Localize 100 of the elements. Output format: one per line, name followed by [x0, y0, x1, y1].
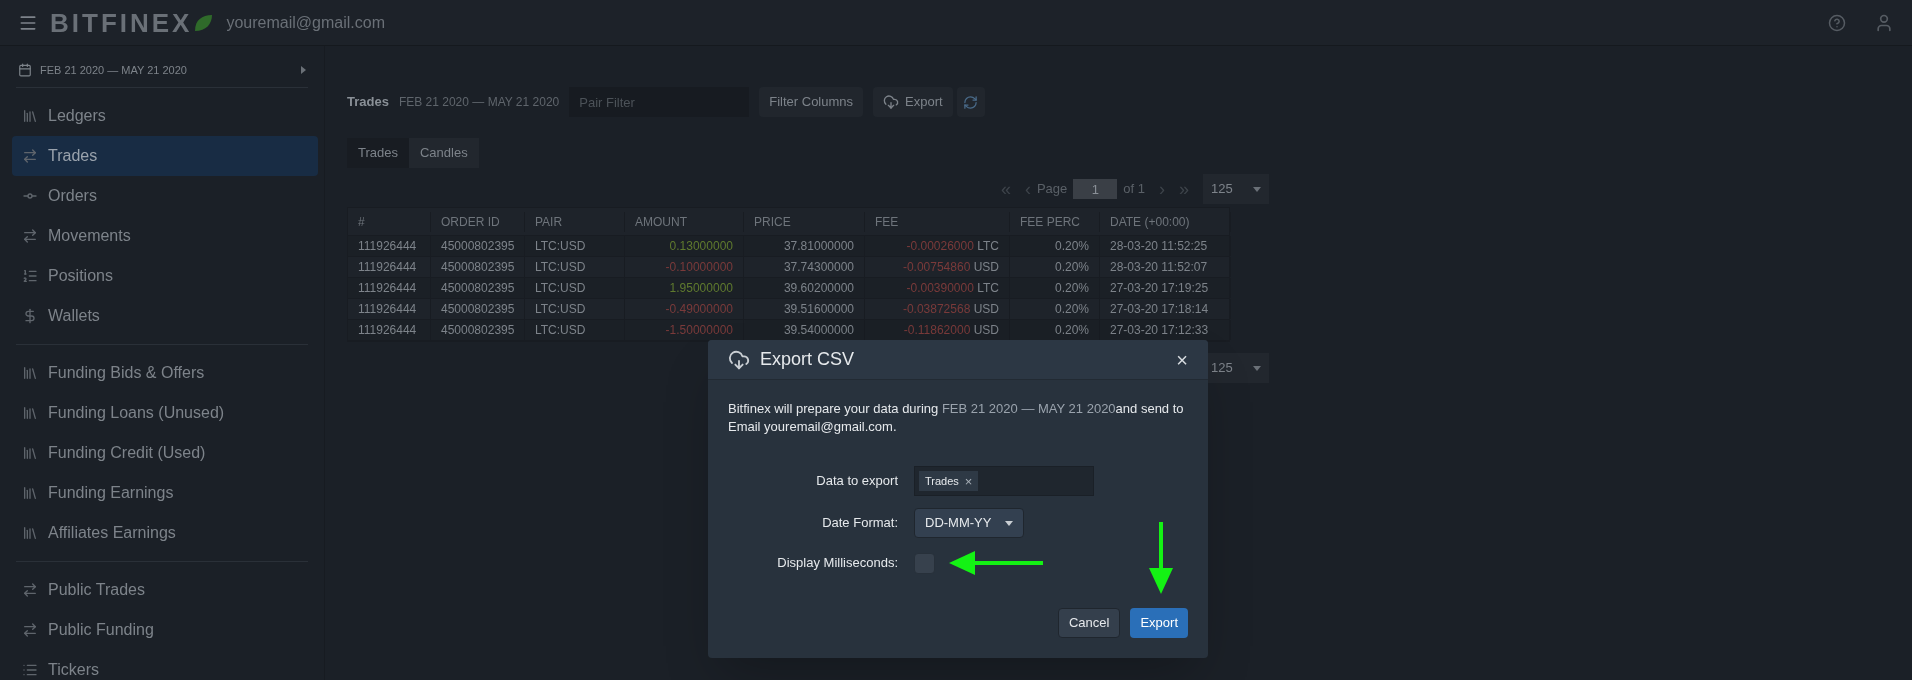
- filter-columns-button[interactable]: Filter Columns: [759, 87, 864, 117]
- column-header: PRICE: [744, 211, 865, 232]
- refresh-icon: [963, 94, 979, 110]
- ledger-icon: [22, 404, 38, 421]
- fee-cell: -0.00390000 LTC: [865, 278, 1010, 298]
- table-cell: 45000802395: [431, 320, 525, 340]
- view-tab[interactable]: Candles: [409, 138, 479, 168]
- logo-text: BITFINEX: [50, 9, 193, 36]
- close-button[interactable]: ×: [1176, 349, 1188, 370]
- table-cell: 0.20%: [1010, 299, 1100, 319]
- table-cell: 111926444: [348, 236, 431, 256]
- sidebar-item[interactable]: Funding Earnings: [12, 472, 318, 513]
- field-label: Data to export: [815, 472, 898, 491]
- exchange-arrows-icon: [22, 621, 38, 638]
- amount-cell: 1.95000000: [625, 278, 744, 298]
- table-cell: LTC:USD: [525, 257, 625, 277]
- arrow-drawing: [1149, 522, 1174, 594]
- sidebar-item[interactable]: Positions: [12, 255, 318, 296]
- table-cell: 111926444: [348, 320, 431, 340]
- date-format-select[interactable]: DD-MM-YY: [914, 508, 1024, 538]
- ledger-icon: [22, 524, 38, 541]
- column-header: #: [348, 211, 431, 232]
- fee-cell: -0.00026000 LTC: [865, 236, 1010, 256]
- table-cell: 45000802395: [431, 257, 525, 277]
- table-cell: 28-03-20 11:52:25: [1100, 236, 1231, 256]
- field-label: Date Format:: [821, 514, 898, 533]
- table-cell: 27-03-20 17:18:14: [1100, 299, 1231, 319]
- tag-label: Trades: [925, 473, 959, 489]
- export-confirm-button[interactable]: Export: [1130, 608, 1188, 638]
- page-count: of 1: [1123, 180, 1145, 199]
- dollar-icon: [22, 307, 38, 324]
- sidebar-item[interactable]: Funding Bids & Offers: [12, 352, 318, 393]
- table-cell: LTC:USD: [525, 236, 625, 256]
- export-button[interactable]: Export: [873, 87, 953, 117]
- column-header: PAIR: [525, 211, 625, 232]
- dialog-title: Export CSV: [760, 348, 855, 371]
- caret-icon: [301, 66, 306, 75]
- table-cell: 111926444: [348, 278, 431, 298]
- ledger-icon: [22, 484, 38, 501]
- table-cell: 111926444: [348, 299, 431, 319]
- fee-cell: -0.00754860 USD: [865, 257, 1010, 277]
- column-header: FEE: [865, 211, 1010, 232]
- sidebar-item[interactable]: Affiliates Earnings: [12, 512, 318, 553]
- sidebar-item[interactable]: Tickers: [12, 649, 318, 680]
- caret-icon: [1005, 520, 1013, 526]
- amount-cell: 0.13000000: [625, 236, 744, 256]
- table-cell: 0.20%: [1010, 236, 1100, 256]
- page-label: Page: [1036, 180, 1068, 199]
- table-cell: 39.51600000: [744, 299, 865, 319]
- sidebar-item[interactable]: Public Funding: [12, 609, 318, 650]
- numbered-list-icon: [22, 267, 38, 284]
- table-cell: 0.20%: [1010, 257, 1100, 277]
- table-cell: 27-03-20 17:19:25: [1100, 278, 1231, 298]
- table-cell: 45000802395: [431, 236, 525, 256]
- exchange-arrows-icon: [22, 227, 38, 244]
- amount-cell: -0.10000000: [625, 257, 744, 277]
- table-cell: 45000802395: [431, 299, 525, 319]
- refresh-button[interactable]: [956, 87, 985, 117]
- ledger-icon: [22, 444, 38, 461]
- caret-icon: [1253, 186, 1261, 192]
- caret-icon: [1253, 365, 1261, 371]
- cloud-download-icon: [883, 94, 900, 110]
- table-cell: 37.81000000: [744, 236, 865, 256]
- remove-tag-button[interactable]: ×: [964, 474, 973, 488]
- page-title: Trades: [347, 93, 389, 112]
- table-cell: 111926444: [348, 257, 431, 277]
- help-icon[interactable]: [1828, 13, 1846, 32]
- fee-cell: -0.03872568 USD: [865, 299, 1010, 319]
- column-header: FEE PERC: [1010, 211, 1100, 232]
- sidebar-item[interactable]: Funding Credit (Used): [12, 432, 318, 473]
- sidebar-item[interactable]: Funding Loans (Unused): [12, 392, 318, 433]
- user-icon[interactable]: [1874, 12, 1894, 33]
- field-label: Display Milliseconds:: [776, 554, 898, 573]
- sidebar-item[interactable]: Ledgers: [12, 95, 318, 136]
- date-range-selector[interactable]: FEB 21 2020 — MAY 21 2020: [12, 62, 312, 79]
- table-cell: 39.60200000: [744, 278, 865, 298]
- sidebar-item[interactable]: Movements: [12, 215, 318, 256]
- data-select-field[interactable]: Trades ×: [914, 466, 1094, 496]
- exchange-arrows-icon: [22, 147, 38, 164]
- date-range: FEB 21 2020 — MAY 21 2020: [398, 94, 560, 111]
- user-email: youremail@gmail.com: [226, 12, 385, 33]
- table-cell: 37.74300000: [744, 257, 865, 277]
- cancel-button[interactable]: Cancel: [1057, 608, 1121, 638]
- export-description: Bitfinex will prepare your data during FEB 21 2020 — MAY 21 2020and send to Email youremail@gmail.com.: [728, 400, 1185, 436]
- column-header: DATE (+00:00): [1100, 211, 1231, 232]
- table-cell: 28-03-20 11:52:07: [1100, 257, 1231, 277]
- table-cell: LTC:USD: [525, 278, 625, 298]
- sidebar-item[interactable]: Trades: [12, 135, 318, 176]
- calendar-icon: [18, 63, 32, 78]
- column-header: AMOUNT: [625, 211, 744, 232]
- page-size-select[interactable]: 125: [1203, 174, 1269, 204]
- exchange-arrows-icon: [22, 581, 38, 598]
- sidebar-item[interactable]: Public Trades: [12, 569, 318, 610]
- table-cell: LTC:USD: [525, 299, 625, 319]
- amount-cell: -0.49000000: [625, 299, 744, 319]
- sidebar-item[interactable]: Wallets: [12, 295, 318, 336]
- page-number-field[interactable]: 1: [1073, 179, 1118, 199]
- sidebar-item[interactable]: Orders: [12, 175, 318, 216]
- table-cell: 0.20%: [1010, 278, 1100, 298]
- ledger-icon: [22, 364, 38, 381]
